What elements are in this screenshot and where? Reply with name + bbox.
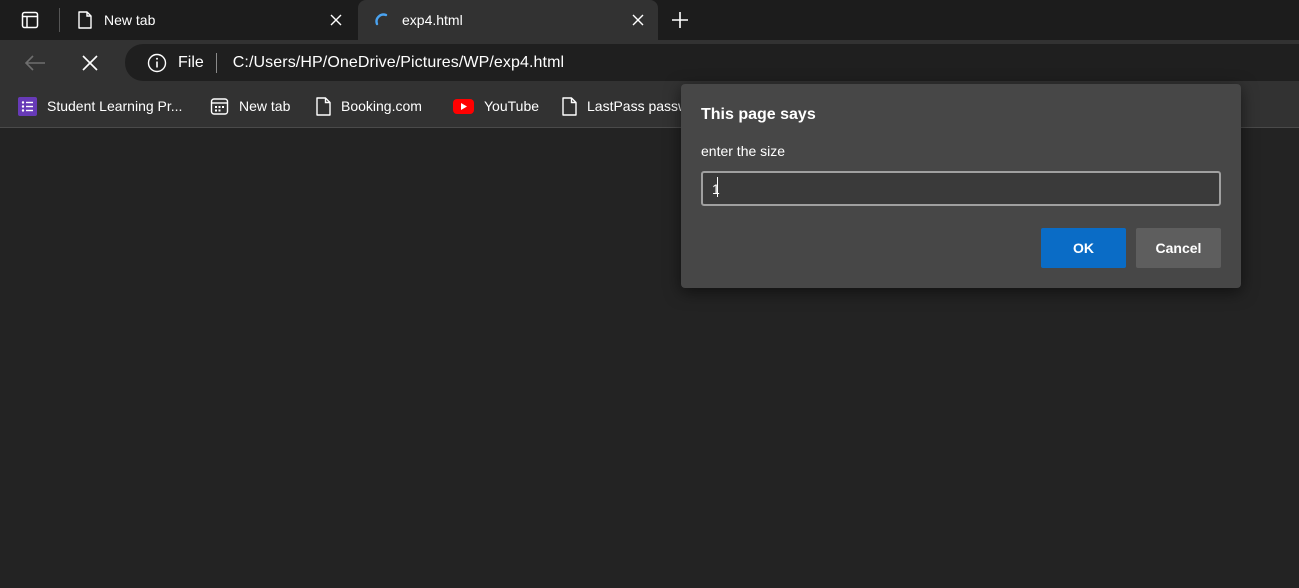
tab-close-button[interactable] (326, 10, 346, 30)
tab-close-button[interactable] (628, 10, 648, 30)
dialog-title: This page says (701, 106, 816, 123)
stop-loading-button[interactable] (75, 48, 105, 78)
loading-spinner-icon (375, 13, 388, 26)
bookmark-label: YouTube (484, 98, 540, 114)
close-icon (330, 14, 342, 26)
toolbar: File C:/Users/HP/OneDrive/Pictures/WP/ex… (0, 40, 1299, 85)
bookmark-label: LastPass passw (587, 98, 689, 114)
prompt-input[interactable] (701, 171, 1221, 206)
bookmark-booking[interactable]: Booking.com (316, 95, 422, 117)
bookmark-lastpass[interactable]: LastPass passw (562, 95, 688, 117)
ok-button[interactable]: OK (1041, 228, 1126, 268)
bookmark-label: New tab (239, 98, 291, 114)
tab-actions-button[interactable] (10, 6, 50, 34)
bookmark-label: Booking.com (341, 98, 422, 114)
arrow-left-icon (24, 55, 45, 71)
new-tab-button[interactable] (666, 6, 694, 34)
tab-strip: New tab exp4.html (0, 0, 1299, 40)
close-icon (82, 55, 98, 71)
info-icon (147, 53, 167, 72)
address-bar[interactable]: File C:/Users/HP/OneDrive/Pictures/WP/ex… (125, 44, 1299, 81)
close-icon (632, 14, 644, 26)
tab-title: exp4.html (402, 12, 463, 28)
plus-icon (672, 12, 688, 28)
tab-actions-icon (21, 11, 39, 29)
page-icon (316, 96, 331, 116)
prompt-dialog: This page says enter the size OK Cancel (681, 84, 1241, 288)
tab-separator (59, 8, 60, 32)
divider (215, 52, 217, 73)
tab-new-tab[interactable]: New tab (62, 0, 356, 40)
dialog-message: enter the size (701, 143, 786, 159)
protocol-label: File (178, 53, 204, 71)
tab-title: New tab (104, 12, 156, 28)
cancel-button[interactable]: Cancel (1136, 228, 1221, 268)
text-caret (717, 177, 718, 197)
newtab-icon (210, 97, 229, 115)
bookmark-student-learning[interactable]: Student Learning Pr... (18, 95, 182, 117)
browser-window: New tab exp4.html File C:/Users/HP/OneDr… (0, 0, 1299, 588)
tab-exp4-html[interactable]: exp4.html (358, 0, 658, 40)
url-text[interactable]: C:/Users/HP/OneDrive/Pictures/WP/exp4.ht… (233, 54, 564, 72)
bookmark-youtube[interactable]: YouTube (453, 95, 539, 117)
youtube-icon (453, 98, 474, 114)
bookmark-label: Student Learning Pr... (47, 98, 183, 114)
page-icon (78, 11, 92, 29)
bookmark-new-tab[interactable]: New tab (210, 95, 290, 117)
back-button[interactable] (20, 48, 50, 78)
page-icon (562, 96, 577, 116)
forms-list-icon (18, 96, 37, 116)
site-info-button[interactable] (147, 53, 167, 73)
